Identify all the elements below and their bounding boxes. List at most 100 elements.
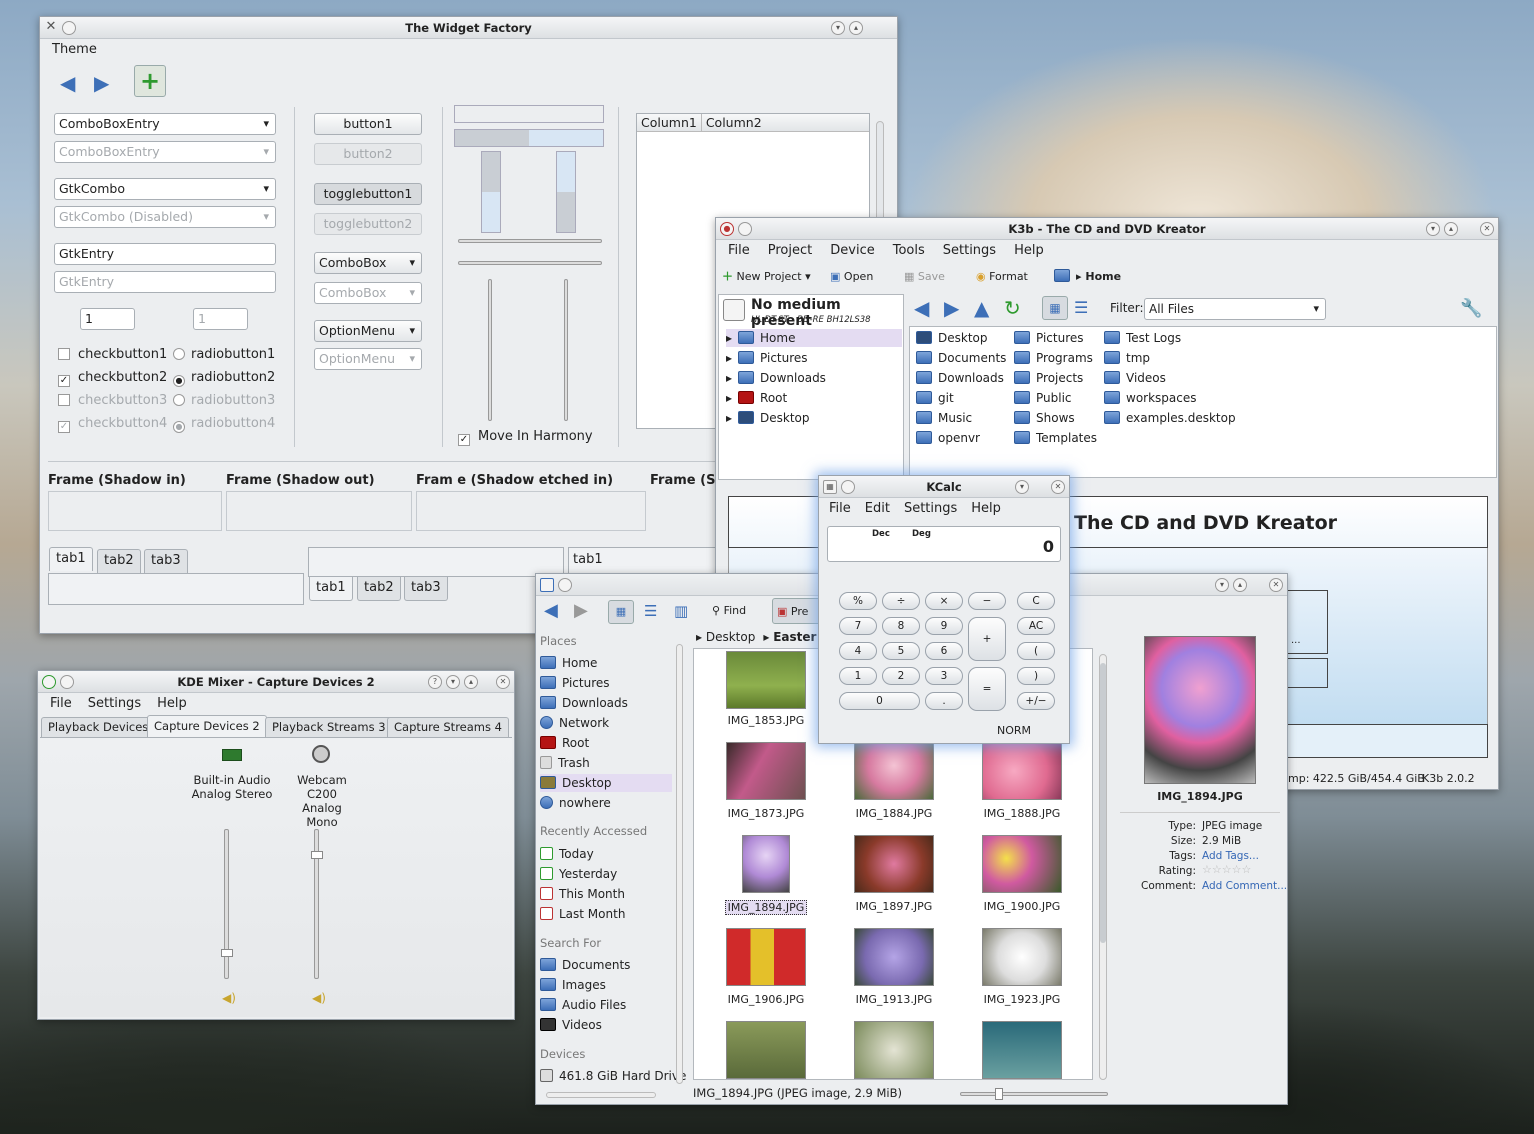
tab-tab3[interactable]: tab3 bbox=[144, 549, 188, 573]
tree-item-pictures[interactable]: ▸ Pictures bbox=[726, 349, 808, 367]
key-3[interactable]: 3 bbox=[925, 667, 963, 685]
file-item[interactable]: Desktop bbox=[916, 329, 988, 347]
tab-capture-devices[interactable]: Capture Devices 2 bbox=[147, 715, 267, 737]
zoom-slider[interactable] bbox=[960, 1088, 1108, 1100]
scale-horizontal-2[interactable] bbox=[458, 261, 602, 265]
title-bar[interactable]: KDE Mixer - Capture Devices 2 ? ▾ ▴ ✕ bbox=[38, 671, 514, 693]
search-images[interactable]: Images bbox=[540, 976, 606, 994]
togglebutton1[interactable]: togglebutton1 bbox=[314, 183, 422, 205]
minimize-button[interactable]: ▾ bbox=[1215, 578, 1229, 592]
title-bar[interactable]: K3b - The CD and DVD Kreator ● ▾ ▴ ✕ bbox=[716, 218, 1498, 240]
file-item[interactable]: Music bbox=[916, 409, 972, 427]
file-item[interactable]: Test Logs bbox=[1104, 329, 1181, 347]
speaker-icon[interactable]: ◀) bbox=[312, 991, 326, 1005]
sticky-button[interactable] bbox=[60, 675, 74, 689]
file-img-1853[interactable]: IMG_1853.JPG bbox=[711, 714, 821, 727]
menu-file[interactable]: File bbox=[728, 240, 750, 262]
file-img-1873[interactable]: IMG_1873.JPG bbox=[711, 807, 821, 820]
detail-view-icon[interactable]: ☰ bbox=[644, 598, 657, 624]
scale-horizontal[interactable] bbox=[458, 239, 602, 243]
device2-volume-slider[interactable] bbox=[311, 829, 323, 979]
key-close-paren[interactable]: ) bbox=[1017, 667, 1055, 685]
recent-this-month[interactable]: This Month bbox=[540, 885, 625, 903]
maximize-button[interactable]: ▴ bbox=[464, 675, 478, 689]
file-item[interactable]: Pictures bbox=[1014, 329, 1084, 347]
help-button[interactable]: ? bbox=[428, 675, 442, 689]
file-item[interactable]: Templates bbox=[1014, 429, 1097, 447]
key-6[interactable]: 6 bbox=[925, 642, 963, 660]
key-5[interactable]: 5 bbox=[882, 642, 920, 660]
thumbnail-partial-3[interactable] bbox=[982, 1021, 1062, 1079]
menu-settings[interactable]: Settings bbox=[88, 693, 141, 715]
maximize-button[interactable]: ▴ bbox=[849, 21, 863, 35]
forward-icon[interactable]: ▶ bbox=[574, 598, 588, 624]
breadcrumb-desktop[interactable]: Desktop bbox=[706, 630, 756, 644]
file-item[interactable]: Projects bbox=[1014, 369, 1083, 387]
option-menu[interactable]: OptionMenu bbox=[314, 320, 422, 342]
detail-view-icon[interactable]: ☰ bbox=[1074, 298, 1088, 317]
thumbnail-img-1923[interactable] bbox=[982, 928, 1062, 986]
app-icon[interactable] bbox=[42, 675, 56, 689]
file-item[interactable]: Public bbox=[1014, 389, 1072, 407]
add-icon[interactable]: + bbox=[134, 65, 166, 97]
close-button[interactable]: ✕ bbox=[1269, 578, 1283, 592]
back-icon[interactable]: ◀ bbox=[544, 598, 558, 624]
spin-button[interactable]: 1 bbox=[80, 308, 135, 330]
places-downloads[interactable]: Downloads bbox=[540, 694, 628, 712]
tab-partial-label[interactable]: tab1 bbox=[573, 552, 603, 567]
icon-view-icon[interactable]: ▦ bbox=[608, 600, 634, 624]
wrench-icon[interactable]: 🔧 bbox=[1460, 298, 1482, 319]
tab-tab1-bottom[interactable]: tab1 bbox=[309, 577, 353, 601]
key-plus[interactable]: + bbox=[968, 617, 1006, 661]
move-in-harmony-checkbox[interactable]: ✓ Move In Harmony bbox=[458, 428, 593, 446]
format-button[interactable]: ◉ Format bbox=[976, 264, 1028, 290]
tree-item-home[interactable]: ▸ Home bbox=[726, 329, 902, 347]
find-button[interactable]: ⚲ Find bbox=[712, 598, 746, 624]
speaker-icon[interactable]: ◀) bbox=[222, 991, 236, 1005]
tab-capture-streams[interactable]: Capture Streams 4 bbox=[387, 717, 509, 737]
menu-theme[interactable]: Theme bbox=[52, 39, 97, 61]
checkbutton1[interactable]: checkbutton1 bbox=[58, 346, 167, 364]
menu-file[interactable]: File bbox=[50, 693, 72, 715]
app-icon[interactable]: ▦ bbox=[823, 480, 837, 494]
minimize-button[interactable]: ▾ bbox=[1015, 480, 1029, 494]
key-0[interactable]: 0 bbox=[839, 692, 920, 710]
scale-vertical-2[interactable] bbox=[564, 279, 568, 421]
recent-yesterday[interactable]: Yesterday bbox=[540, 865, 617, 883]
app-icon[interactable]: ✕ bbox=[44, 20, 58, 35]
recent-last-month[interactable]: Last Month bbox=[540, 905, 625, 923]
menu-help[interactable]: Help bbox=[1014, 240, 1044, 262]
title-bar[interactable]: The Widget Factory ✕ ▾ ▴ bbox=[40, 17, 897, 39]
key-decimal[interactable]: . bbox=[925, 692, 963, 710]
up-icon[interactable]: ▲ bbox=[974, 296, 989, 320]
sticky-button[interactable] bbox=[738, 222, 752, 236]
device1-volume-slider[interactable] bbox=[221, 829, 233, 979]
key-9[interactable]: 9 bbox=[925, 617, 963, 635]
breadcrumb-easter[interactable]: Easter bbox=[773, 630, 816, 644]
file-item[interactable]: Videos bbox=[1104, 369, 1166, 387]
scale-vertical[interactable] bbox=[488, 279, 492, 421]
app-icon[interactable]: ● bbox=[720, 222, 734, 236]
minimize-button[interactable]: ▾ bbox=[446, 675, 460, 689]
sticky-button[interactable] bbox=[558, 578, 572, 592]
title-bar[interactable]: KCalc ▦ ▾ ✕ bbox=[819, 476, 1069, 498]
maximize-button[interactable]: ▴ bbox=[1233, 578, 1247, 592]
file-img-1884[interactable]: IMG_1884.JPG bbox=[839, 807, 949, 820]
tab-tab1[interactable]: tab1 bbox=[49, 547, 93, 571]
key-percent[interactable]: % bbox=[839, 592, 877, 610]
forward-icon[interactable]: ▶ bbox=[944, 296, 959, 320]
places-home[interactable]: Home bbox=[540, 654, 597, 672]
key-open-paren[interactable]: ( bbox=[1017, 642, 1055, 660]
places-pictures[interactable]: Pictures bbox=[540, 674, 610, 692]
close-button[interactable]: ✕ bbox=[496, 675, 510, 689]
close-button[interactable]: ✕ bbox=[1051, 480, 1065, 494]
radiobutton2[interactable]: ● radiobutton2 bbox=[173, 369, 275, 387]
file-item[interactable]: examples.desktop bbox=[1104, 409, 1236, 427]
home-button[interactable]: ▸ Home bbox=[1054, 264, 1121, 290]
menu-settings[interactable]: Settings bbox=[904, 498, 957, 520]
rating-stars[interactable]: ☆☆☆☆☆ bbox=[1202, 863, 1251, 876]
add-tags-link[interactable]: Add Tags... bbox=[1202, 850, 1259, 862]
key-sign[interactable]: +/− bbox=[1017, 692, 1055, 710]
column-view-icon[interactable]: ▥ bbox=[674, 598, 688, 624]
tab-tab2-bottom[interactable]: tab2 bbox=[357, 577, 401, 601]
